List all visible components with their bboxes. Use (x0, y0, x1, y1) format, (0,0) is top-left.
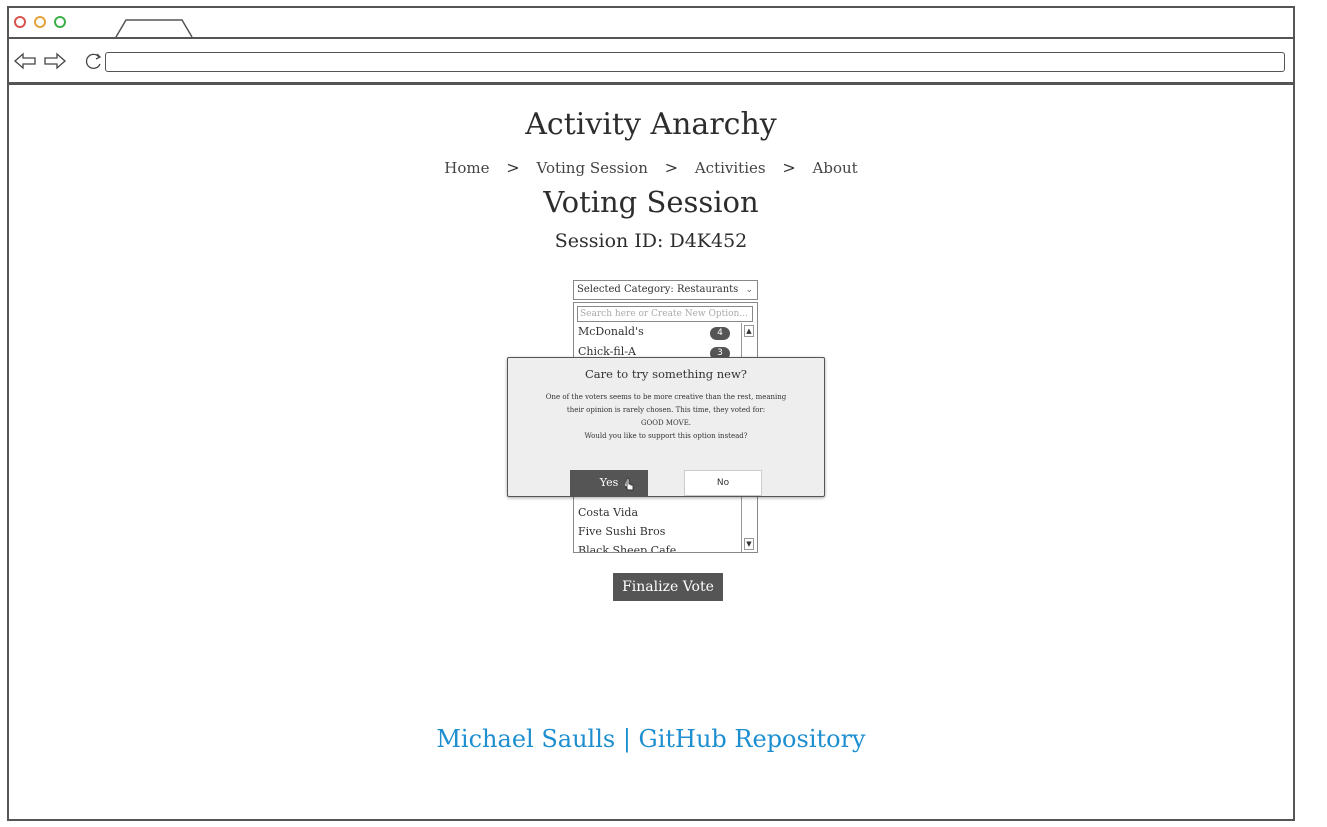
modal-title: Care to try something new? (585, 367, 747, 381)
modal-suggested-option: GOOD MOVE. (640, 419, 692, 427)
suggestion-modal: Care to try something new? One of the vo… (507, 357, 825, 497)
modal-body-line: their opinion is rarely chosen. This tim… (566, 406, 766, 414)
category-select[interactable]: Selected Category: Restaurants ⌄ (573, 280, 758, 300)
modal-yes-label: Yes (599, 476, 619, 489)
list-item[interactable]: Costa Vida (578, 506, 638, 519)
chevron-down-icon: ⌄ (745, 285, 753, 295)
modal-yes-button[interactable]: Yes (570, 470, 648, 496)
finalize-vote-button[interactable]: Finalize Vote (613, 573, 723, 601)
browser-tab[interactable] (114, 18, 194, 38)
modal-no-label: No (716, 478, 730, 488)
scroll-up-icon[interactable]: ▲ (744, 325, 754, 337)
minimize-window-icon[interactable] (34, 16, 46, 28)
session-id: Session ID: D4K452 (554, 230, 748, 252)
back-arrow-icon[interactable] (14, 52, 36, 70)
option-name: Black Sheep Cafe (578, 544, 677, 553)
option-name: Costa Vida (578, 506, 639, 519)
option-name: Five Sushi Bros (578, 525, 666, 538)
forward-arrow-icon[interactable] (44, 52, 66, 70)
list-item[interactable]: McDonald's (578, 325, 644, 338)
modal-body-line: Would you like to support this option in… (584, 432, 748, 440)
browser-nav-icons (14, 52, 102, 70)
breadcrumb-activities[interactable]: Activities (695, 159, 766, 177)
maximize-window-icon[interactable] (54, 16, 66, 28)
breadcrumb-separator: > (506, 158, 520, 177)
page-content: Activity Anarchy Home > Voting Session >… (9, 85, 1293, 819)
category-select-value: Selected Category: Restaurants (577, 284, 739, 295)
modal-body: One of the voters seems to be more creat… (508, 391, 824, 443)
breadcrumb-separator: > (664, 158, 679, 177)
vote-count-badge: 4 (710, 327, 730, 340)
browser-titlebar (9, 8, 1293, 39)
close-window-icon[interactable] (14, 16, 26, 28)
browser-addressbar (9, 39, 1293, 85)
url-input[interactable] (105, 52, 1285, 72)
modal-body-line: One of the voters seems to be more creat… (545, 393, 787, 401)
list-item[interactable]: Black Sheep Cafe (578, 544, 677, 553)
breadcrumb-home[interactable]: Home (444, 159, 489, 177)
modal-no-button[interactable]: No (684, 470, 762, 496)
list-item[interactable]: Five Sushi Bros (578, 525, 665, 538)
scroll-down-icon[interactable]: ▼ (744, 538, 754, 550)
app-title: Activity Anarchy (525, 107, 777, 142)
option-name: McDonald's (578, 325, 644, 338)
mouse-pointer-icon (624, 477, 634, 491)
breadcrumb-separator: > (782, 158, 796, 177)
breadcrumb-voting-session[interactable]: Voting Session (536, 159, 647, 177)
github-repository-link[interactable]: Michael Saulls | GitHub Repository (9, 725, 1293, 753)
search-input[interactable]: Search here or Create New Option... (577, 306, 753, 322)
breadcrumb: Home > Voting Session > Activities > Abo… (9, 158, 1293, 177)
breadcrumb-about[interactable]: About (813, 159, 858, 177)
browser-window: Activity Anarchy Home > Voting Session >… (7, 6, 1295, 821)
reload-icon[interactable] (85, 53, 102, 69)
page-title: Voting Session (543, 185, 759, 219)
